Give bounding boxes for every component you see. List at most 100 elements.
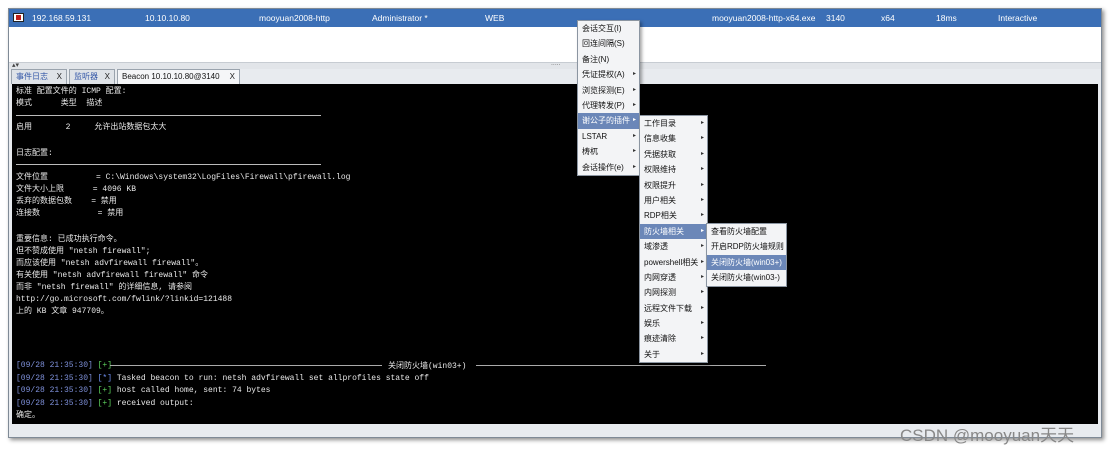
session-computer: mooyuan2008-http: [259, 13, 330, 23]
chevron-right-icon: ▸: [700, 196, 704, 203]
tab-listeners-label: 监听器: [74, 72, 98, 81]
submenu-item[interactable]: 凭据获取 ▸: [640, 147, 707, 162]
session-last: 18ms: [936, 13, 957, 23]
console-line: 文件大小上限 = 4096 KB: [16, 185, 137, 194]
submenu-item-firewall[interactable]: 防火墙相关 ▸: [640, 223, 707, 240]
menu-item-note[interactable]: 备注(N): [578, 52, 639, 67]
tab-bar: 事件日志 X 监听器 X Beacon 10.10.10.80@3140 X: [9, 69, 1101, 84]
menu-item-sleep[interactable]: 回连间隔(S): [578, 36, 639, 51]
chevron-right-icon: ▸: [700, 258, 704, 265]
tab-beacon-close-icon[interactable]: X: [230, 70, 235, 83]
session-internal-ip: 10.10.10.80: [145, 13, 190, 23]
chevron-right-icon: ▸: [700, 335, 704, 342]
chevron-right-icon: ▸: [700, 320, 704, 327]
submenu-item[interactable]: 远程文件下载 ▸: [640, 301, 707, 316]
tab-listeners[interactable]: 监听器 X: [69, 69, 115, 84]
menu-item-interact[interactable]: 会话交互(I): [578, 21, 639, 36]
console-line: 确定。: [16, 411, 40, 420]
chevron-right-icon: ▸: [632, 148, 636, 155]
session-mode: Interactive: [998, 13, 1038, 23]
submenu-item[interactable]: powershell相关 ▸: [640, 255, 707, 270]
tab-event-log-label: 事件日志: [16, 72, 48, 81]
console-line: 模式 类型 描述: [16, 99, 103, 108]
console-line: http://go.microsoft.com/fwlink/?linkid=1…: [16, 295, 233, 304]
chevron-right-icon: ▸: [700, 212, 704, 219]
console-line: 日志配置:: [16, 149, 53, 158]
log-line: [09/28 21:35:30] [*] Tasked beacon to ru…: [16, 374, 429, 383]
session-table-empty-area: [9, 27, 1101, 63]
chevron-right-icon: ▸: [700, 135, 704, 142]
tab-beacon-label: Beacon 10.10.10.80@3140: [122, 72, 220, 81]
console-line: 重要信息: 已成功执行命令。: [16, 235, 122, 244]
submenu-item[interactable]: 娱乐 ▸: [640, 316, 707, 331]
firewall-item-open-rdp-rule[interactable]: 开启RDP防火墙规则: [707, 239, 786, 254]
chevron-right-icon: ▸: [700, 166, 704, 173]
session-context-menu: 会话交互(I) 回连间隔(S) 备注(N) 凭证提权(A) ▸ 浏览探测(E) ▸ …: [577, 20, 640, 176]
tab-beacon[interactable]: Beacon 10.10.10.80@3140 X: [117, 69, 240, 84]
submenu-item[interactable]: 域渗透 ▸: [640, 239, 707, 254]
session-listener: WEB: [485, 13, 505, 23]
submenu-item[interactable]: 内网穿透 ▸: [640, 270, 707, 285]
session-user: Administrator *: [372, 13, 428, 23]
chevron-right-icon: ▸: [632, 71, 636, 78]
submenu-item[interactable]: 痕迹清除 ▸: [640, 331, 707, 346]
console-line: 而非 "netsh firewall" 的详细信息, 请参阅: [16, 283, 193, 292]
submenu-item[interactable]: RDP相关 ▸: [640, 208, 707, 223]
console-line: 启用 2 允许出站数据包太大: [16, 123, 167, 132]
session-pid: 3140: [826, 13, 845, 23]
log-line: [09/28 21:35:30] [+]: [16, 361, 113, 370]
menu-item-pivoting[interactable]: 代理转发(P) ▸: [578, 98, 639, 113]
separator-line-right: [476, 365, 766, 366]
submenu-item[interactable]: 权限提升 ▸: [640, 178, 707, 193]
submenu-item[interactable]: 信息收集 ▸: [640, 131, 707, 146]
menu-item-explore[interactable]: 浏览探测(E) ▸: [578, 83, 639, 98]
plugin-submenu: 工作目录 ▸ 信息收集 ▸ 凭据获取 ▸ 权限维持 ▸ 权限提升 ▸ 用户相关 ▸ RDP相…: [639, 115, 708, 364]
separator-line-left: [110, 365, 382, 366]
submenu-item[interactable]: 关于 ▸: [640, 347, 707, 362]
menu-item-taowu[interactable]: 梼杌 ▸: [578, 144, 639, 159]
console-line: 上的 KB 文章 947709。: [16, 307, 109, 316]
chevron-right-icon: ▸: [700, 181, 704, 188]
menu-item-session[interactable]: 会话操作(e) ▸: [578, 160, 639, 175]
log-line: [09/28 21:35:30] [+] host called home, s…: [16, 386, 271, 395]
firewall-item-disable-win03-plus[interactable]: 关闭防火墙(win03+): [707, 254, 786, 271]
tab-event-log-close-icon[interactable]: X: [57, 70, 62, 83]
chevron-right-icon: ▸: [700, 120, 704, 126]
chevron-right-icon: ▸: [632, 132, 636, 139]
console-rule: [16, 115, 321, 116]
tab-event-log[interactable]: 事件日志 X: [11, 69, 67, 84]
console-line: 文件位置 = C:\Windows\system32\LogFiles\Fire…: [16, 173, 351, 182]
submenu-item[interactable]: 内网探测 ▸: [640, 285, 707, 300]
firewall-submenu: 查看防火墙配置 开启RDP防火墙规则 关闭防火墙(win03+) 关闭防火墙(w…: [706, 223, 787, 287]
chevron-right-icon: ▸: [700, 273, 704, 280]
submenu-item[interactable]: 权限维持 ▸: [640, 162, 707, 177]
session-external-ip: 192.168.59.131: [32, 13, 92, 23]
splitter-arrows-icon[interactable]: ▴▾: [12, 61, 19, 69]
csdn-watermark: CSDN @mooyuan天天: [900, 426, 1075, 445]
submenu-item[interactable]: 用户相关 ▸: [640, 193, 707, 208]
chevron-right-icon: ▸: [700, 227, 704, 234]
log-line: [09/28 21:35:30] [+] received output:: [16, 399, 194, 408]
console-rule: [16, 164, 321, 165]
chevron-right-icon: ▸: [700, 304, 704, 311]
chevron-right-icon: ▸: [632, 163, 636, 170]
console-line: 有关使用 "netsh advfirewall firewall" 命令: [16, 271, 209, 280]
cobaltstrike-window: 192.168.59.131 10.10.10.80 mooyuan2008-h…: [8, 8, 1102, 438]
separator-title: 关闭防火墙(win03+): [388, 362, 467, 371]
submenu-item[interactable]: 工作目录 ▸: [640, 116, 707, 131]
console-line: 但不赞成使用 "netsh firewall";: [16, 247, 151, 256]
firewall-item-disable-win03-minus[interactable]: 关闭防火墙(win03-): [707, 270, 786, 285]
chevron-right-icon: ▸: [632, 86, 636, 93]
beacon-session-icon: [13, 13, 24, 22]
menu-item-xiegongzi-plugin[interactable]: 谢公子的插件 ▸: [578, 113, 639, 129]
console-line: 标准 配置文件的 ICMP 配置:: [16, 87, 127, 96]
console-line: 丢弃的数据包数 = 禁用: [16, 197, 117, 206]
beacon-console[interactable]: 标准 配置文件的 ICMP 配置: 模式 类型 描述 启用 2 允许出站数据包太…: [12, 84, 1098, 424]
session-process: mooyuan2008-http-x64.exe: [712, 13, 816, 23]
menu-item-access[interactable]: 凭证提权(A) ▸: [578, 67, 639, 82]
tab-listeners-close-icon[interactable]: X: [105, 70, 110, 83]
chevron-right-icon: ▸: [700, 350, 704, 357]
firewall-item-view-config[interactable]: 查看防火墙配置: [707, 224, 786, 239]
session-row[interactable]: 192.168.59.131 10.10.10.80 mooyuan2008-h…: [9, 9, 1101, 27]
menu-item-lstar[interactable]: LSTAR ▸: [578, 129, 639, 144]
